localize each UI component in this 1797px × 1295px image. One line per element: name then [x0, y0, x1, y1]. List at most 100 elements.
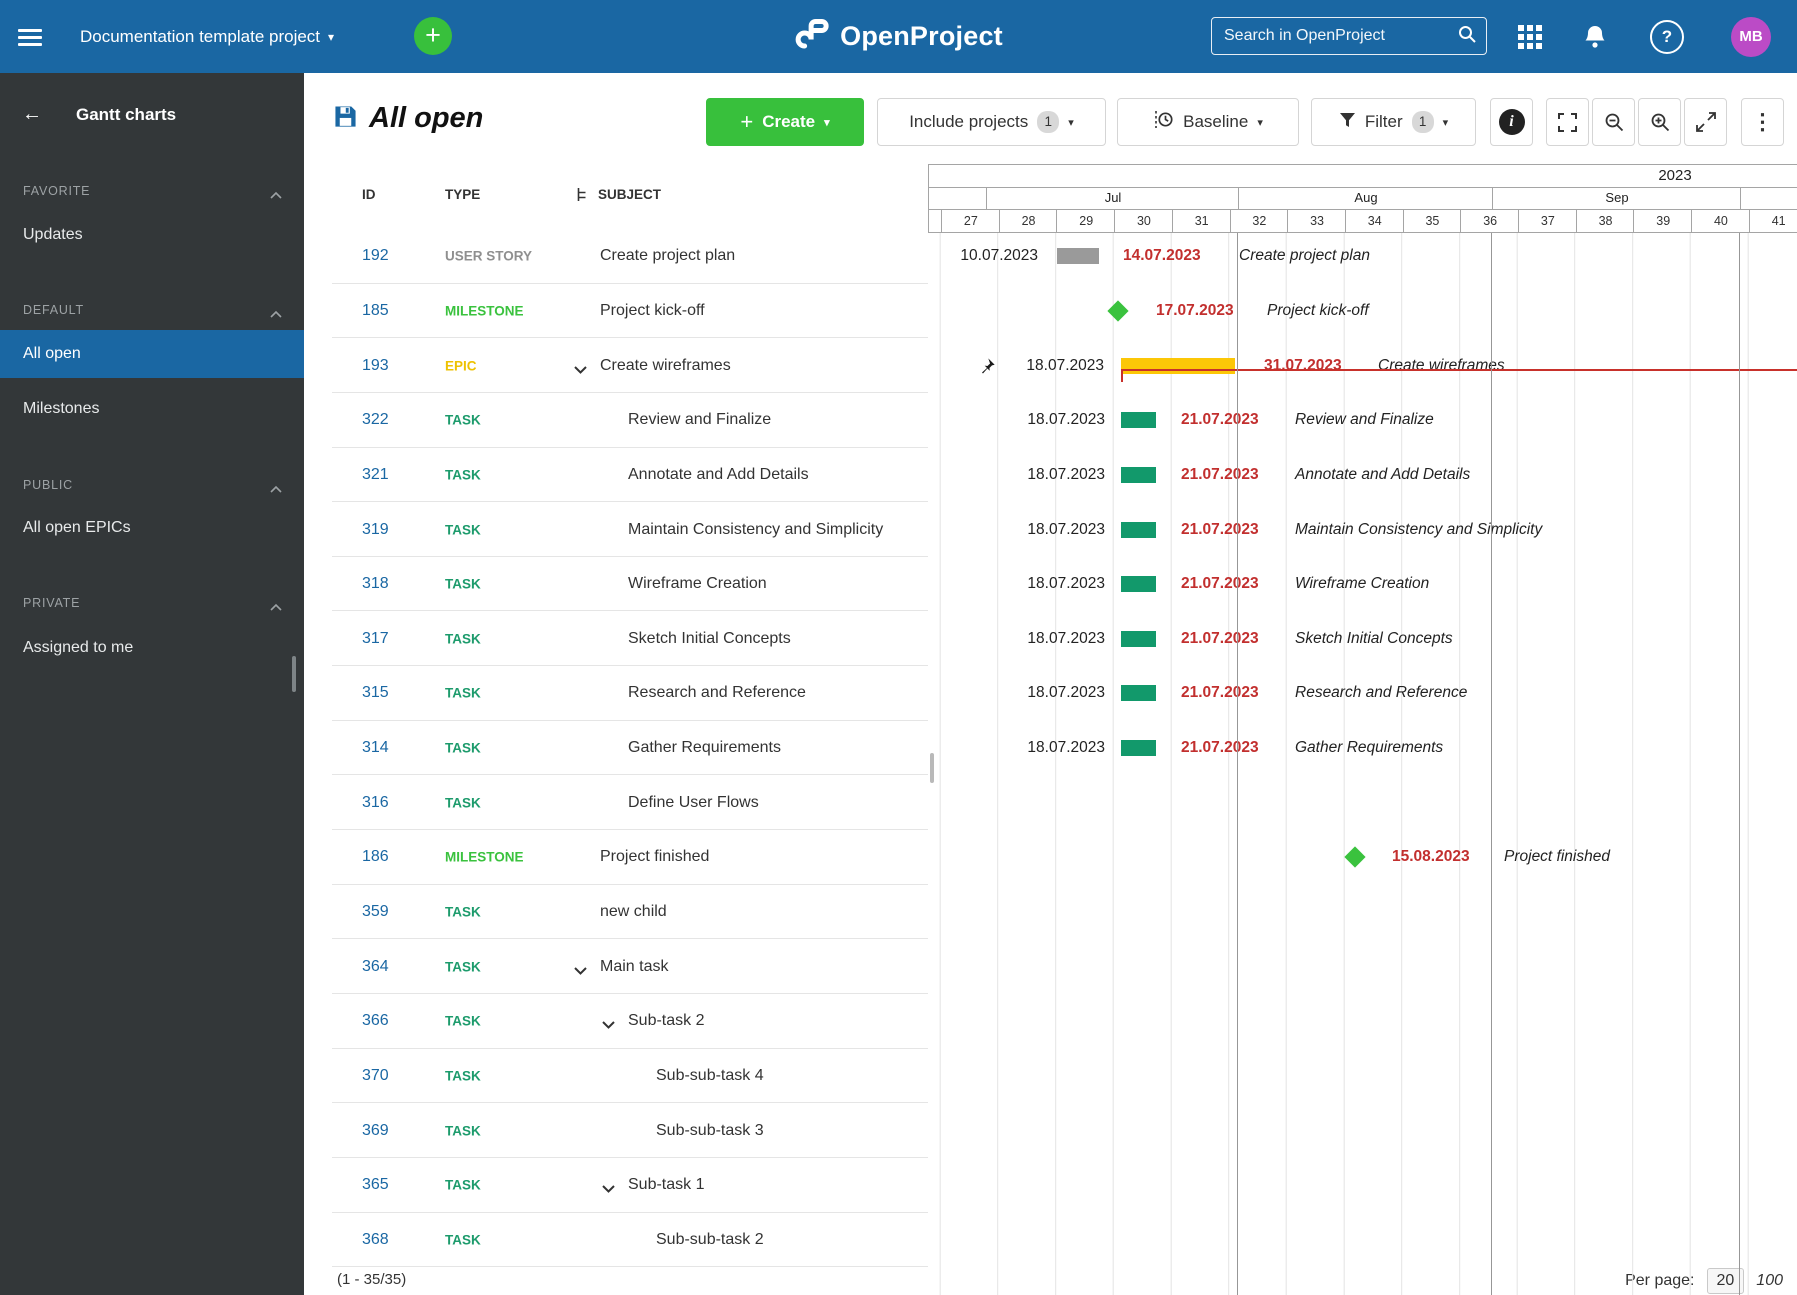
- back-arrow-icon[interactable]: ←: [22, 103, 42, 126]
- work-package-id-link[interactable]: 364: [362, 958, 389, 976]
- chevron-up-icon[interactable]: [270, 186, 282, 199]
- search-icon[interactable]: [1458, 25, 1476, 48]
- column-header-id[interactable]: ID: [362, 187, 376, 202]
- column-header-type[interactable]: TYPE: [445, 187, 480, 202]
- gantt-bar[interactable]: [1057, 248, 1099, 265]
- table-row[interactable]: 318 TASK Wireframe Creation: [304, 557, 928, 612]
- sidebar-item-all-open[interactable]: All open: [0, 330, 304, 378]
- work-package-subject[interactable]: Sub-task 1: [628, 1176, 704, 1194]
- sidebar-item-updates[interactable]: Updates: [0, 211, 304, 259]
- sidebar-item-milestones[interactable]: Milestones: [0, 385, 304, 433]
- sidebar-item-assigned-to-me[interactable]: Assigned to me: [0, 624, 304, 672]
- global-search[interactable]: [1211, 17, 1487, 55]
- apps-grid-icon[interactable]: [1518, 0, 1542, 73]
- work-package-id-link[interactable]: 193: [362, 357, 389, 375]
- work-package-subject[interactable]: Sub-sub-task 3: [656, 1122, 764, 1140]
- gantt-bar[interactable]: [1121, 576, 1156, 593]
- table-row[interactable]: 366 TASK Sub-task 2: [304, 994, 928, 1049]
- work-package-id-link[interactable]: 369: [362, 1122, 389, 1140]
- work-package-subject[interactable]: Create wireframes: [600, 357, 731, 375]
- table-row[interactable]: 186 MILESTONE Project finished: [304, 830, 928, 885]
- project-selector[interactable]: Documentation template project ▾: [80, 0, 334, 73]
- work-package-subject[interactable]: Annotate and Add Details: [628, 466, 809, 484]
- work-package-subject[interactable]: Sub-task 2: [628, 1012, 704, 1030]
- hamburger-menu-icon[interactable]: [18, 25, 42, 47]
- table-row[interactable]: 319 TASK Maintain Consistency and Simplici…: [304, 502, 928, 557]
- milestone-diamond[interactable]: [1107, 300, 1129, 322]
- work-package-subject[interactable]: new child: [600, 903, 667, 921]
- work-package-id-link[interactable]: 185: [362, 302, 389, 320]
- notifications-bell-icon[interactable]: [1583, 0, 1607, 73]
- work-package-id-link[interactable]: 317: [362, 630, 389, 648]
- work-package-subject[interactable]: Maintain Consistency and Simplicity: [628, 521, 883, 539]
- work-package-subject[interactable]: Review and Finalize: [628, 411, 771, 429]
- work-package-subject[interactable]: Main task: [600, 958, 668, 976]
- work-package-id-link[interactable]: 321: [362, 466, 389, 484]
- table-row[interactable]: 193 EPIC Create wireframes: [304, 338, 928, 393]
- table-row[interactable]: 368 TASK Sub-sub-task 2: [304, 1213, 928, 1268]
- chevron-up-icon[interactable]: [270, 480, 282, 493]
- help-icon[interactable]: ?: [1650, 0, 1684, 73]
- work-package-id-link[interactable]: 366: [362, 1012, 389, 1030]
- sidebar-section-favorite[interactable]: FAVORITE: [23, 184, 90, 198]
- table-row[interactable]: 322 TASK Review and Finalize: [304, 393, 928, 448]
- work-package-id-link[interactable]: 319: [362, 521, 389, 539]
- work-package-id-link[interactable]: 318: [362, 575, 389, 593]
- view-title-text[interactable]: All open: [369, 102, 483, 135]
- chevron-up-icon[interactable]: [270, 305, 282, 318]
- table-row[interactable]: 316 TASK Define User Flows: [304, 775, 928, 831]
- work-package-subject[interactable]: Project finished: [600, 848, 709, 866]
- table-row[interactable]: 359 TASK new child: [304, 885, 928, 940]
- work-package-subject[interactable]: Sub-sub-task 4: [656, 1067, 764, 1085]
- work-package-subject[interactable]: Project kick-off: [600, 302, 705, 320]
- table-row[interactable]: 365 TASK Sub-task 1: [304, 1158, 928, 1213]
- chevron-up-icon[interactable]: [270, 598, 282, 611]
- column-header-subject[interactable]: SUBJECT: [598, 187, 661, 202]
- collapse-children-icon[interactable]: [574, 962, 587, 975]
- table-row[interactable]: 314 TASK Gather Requirements: [304, 721, 928, 776]
- collapse-children-icon[interactable]: [602, 1181, 615, 1194]
- sidebar-item-all-open-epics[interactable]: All open EPICs: [0, 504, 304, 552]
- work-package-id-link[interactable]: 315: [362, 684, 389, 702]
- gantt-bar[interactable]: [1121, 685, 1156, 702]
- gantt-bar[interactable]: [1121, 466, 1156, 483]
- work-package-id-link[interactable]: 359: [362, 903, 389, 921]
- gantt-bar[interactable]: [1121, 412, 1156, 429]
- table-row[interactable]: 370 TASK Sub-sub-task 4: [304, 1049, 928, 1104]
- sidebar-section-private[interactable]: PRIVATE: [23, 596, 80, 610]
- sidebar-scrollbar[interactable]: [292, 656, 296, 692]
- save-icon[interactable]: [334, 105, 357, 133]
- table-row[interactable]: 317 TASK Sketch Initial Concepts: [304, 611, 928, 667]
- user-avatar[interactable]: MB: [1731, 0, 1771, 73]
- gantt-bar[interactable]: [1121, 521, 1156, 538]
- table-row[interactable]: 321 TASK Annotate and Add Details: [304, 448, 928, 503]
- work-package-subject[interactable]: Gather Requirements: [628, 739, 781, 757]
- work-package-subject[interactable]: Sketch Initial Concepts: [628, 630, 791, 648]
- collapse-children-icon[interactable]: [602, 1017, 615, 1030]
- gantt-bar[interactable]: [1121, 740, 1156, 757]
- search-input[interactable]: [1222, 26, 1458, 46]
- work-package-id-link[interactable]: 370: [362, 1067, 389, 1085]
- work-package-subject[interactable]: Create project plan: [600, 247, 735, 265]
- milestone-diamond[interactable]: [1344, 846, 1366, 868]
- collapse-children-icon[interactable]: [574, 361, 587, 374]
- sidebar-section-public[interactable]: PUBLIC: [23, 478, 73, 492]
- gantt-bar[interactable]: [1121, 357, 1235, 374]
- global-add-button[interactable]: +: [414, 17, 452, 55]
- table-row[interactable]: 185 MILESTONE Project kick-off: [304, 284, 928, 339]
- gantt-bar[interactable]: [1121, 630, 1156, 647]
- table-row[interactable]: 192 USER STORY Create project plan: [304, 229, 928, 284]
- work-package-subject[interactable]: Define User Flows: [628, 794, 759, 812]
- work-package-id-link[interactable]: 316: [362, 794, 389, 812]
- create-button[interactable]: + Create ▾: [706, 98, 864, 146]
- work-package-subject[interactable]: Wireframe Creation: [628, 575, 767, 593]
- work-package-id-link[interactable]: 314: [362, 739, 389, 757]
- table-row[interactable]: 369 TASK Sub-sub-task 3: [304, 1103, 928, 1158]
- table-row[interactable]: 364 TASK Main task: [304, 939, 928, 994]
- work-package-subject[interactable]: Research and Reference: [628, 684, 806, 702]
- hierarchy-icon[interactable]: [576, 187, 589, 205]
- work-package-id-link[interactable]: 368: [362, 1231, 389, 1249]
- table-row[interactable]: 315 TASK Research and Reference: [304, 666, 928, 721]
- work-package-id-link[interactable]: 365: [362, 1176, 389, 1194]
- table-gantt-resize-handle[interactable]: [930, 753, 934, 783]
